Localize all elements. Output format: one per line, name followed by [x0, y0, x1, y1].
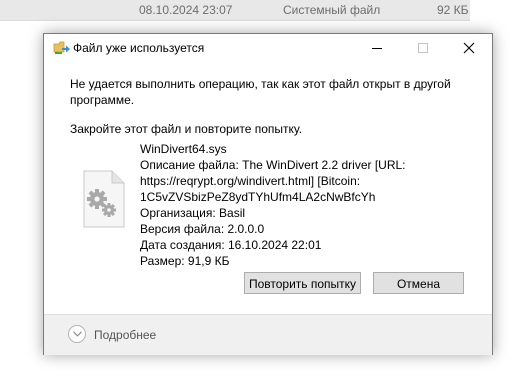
file-created: Дата создания: 16.10.2024 22:01 [140, 238, 322, 252]
title-bar[interactable]: Файл уже используется [44, 34, 492, 62]
retry-button[interactable]: Повторить попытку [244, 272, 361, 294]
instruction-text: Закройте этот файл и повторите попытку. [70, 122, 303, 136]
explorer-file-row[interactable]: 08.10.2024 23:07 Системный файл 92 КБ [0, 0, 470, 21]
expand-circle [68, 325, 86, 343]
chevron-down-icon [73, 331, 82, 337]
maximize-button[interactable] [400, 34, 446, 62]
file-in-use-dialog: Файл уже используется Не удается выполни… [43, 33, 493, 355]
file-details: WinDivert64.sys Описание файла: The WinD… [140, 141, 460, 269]
file-size-detail: Размер: 91,9 КБ [140, 254, 230, 268]
dialog-title: Файл уже используется [73, 41, 205, 55]
dialog-footer: Подробнее [44, 314, 492, 355]
file-date: 08.10.2024 23:07 [139, 3, 233, 17]
file-type: Системный файл [283, 3, 381, 17]
file-size: 92 КБ [437, 3, 469, 17]
file-version: Версия файла: 2.0.0.0 [140, 222, 265, 236]
details-label: Подробнее [94, 328, 157, 342]
file-move-icon [53, 41, 70, 54]
minimize-button[interactable] [354, 34, 400, 62]
maximize-icon [418, 43, 428, 53]
minimize-icon [372, 48, 382, 49]
file-description-line-1: Описание файла: The WinDivert 2.2 driver… [140, 158, 406, 172]
cancel-button[interactable]: Отмена [373, 272, 464, 294]
file-organization: Организация: Basil [140, 206, 246, 220]
file-description-line-2: https://reqrypt.org/windivert.html] [Bit… [140, 174, 361, 188]
file-description-line-3: 1C5vZVSbizPeZ8ydTYhUfm4LA2cNwBfcYh [140, 190, 376, 204]
close-icon [463, 42, 475, 54]
error-message: Не удается выполнить операцию, так как э… [70, 77, 451, 107]
file-name: WinDivert64.sys [140, 142, 227, 156]
system-file-gear-icon [83, 170, 125, 228]
close-button[interactable] [446, 34, 492, 62]
